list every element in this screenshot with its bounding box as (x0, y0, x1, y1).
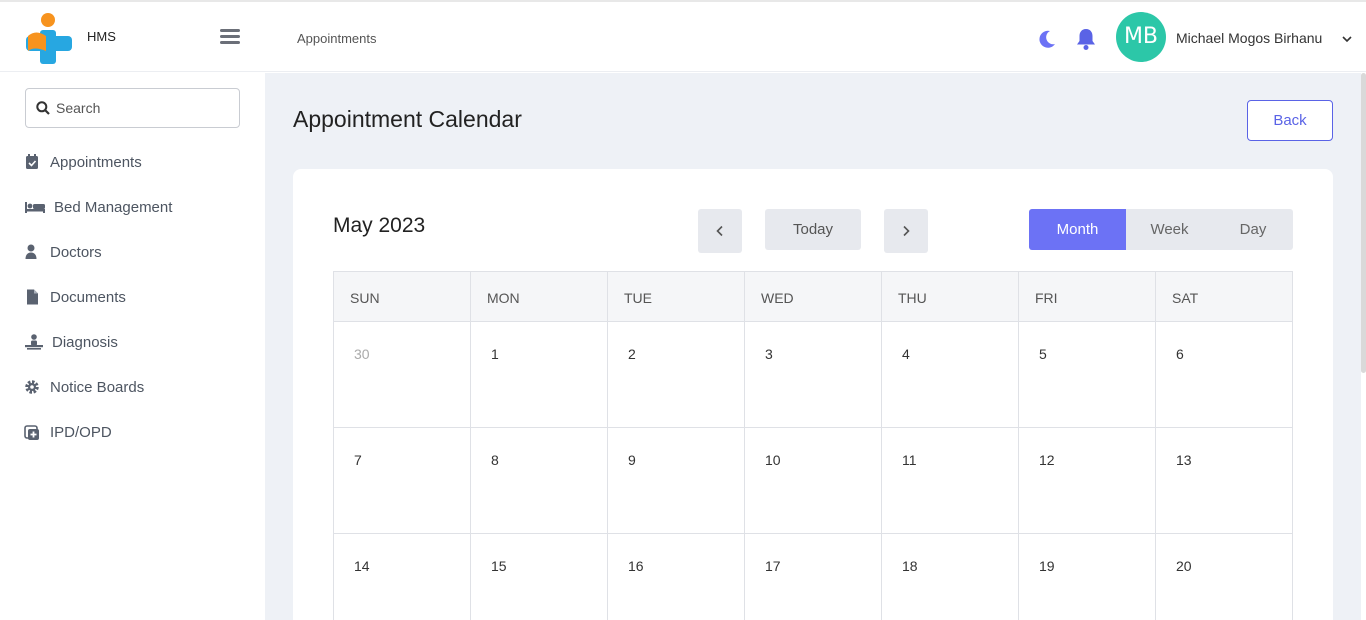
day-cell[interactable]: 15 (471, 534, 608, 620)
sidebar-item-notice-boards[interactable]: Notice Boards (24, 375, 144, 399)
chevron-right-icon (903, 225, 910, 237)
weekday-header: MON (471, 272, 608, 322)
weekday-header: SUN (334, 272, 471, 322)
weekday-header: SAT (1156, 272, 1293, 322)
moon-icon[interactable] (1036, 28, 1058, 50)
chevron-down-icon[interactable] (1340, 32, 1354, 46)
calendar-grid: SUN MON TUE WED THU FRI SAT 30 1 2 3 4 5… (333, 271, 1293, 620)
today-button[interactable]: Today (765, 209, 861, 250)
search-input[interactable] (56, 97, 231, 119)
day-cell[interactable]: 8 (471, 428, 608, 534)
day-cell[interactable]: 19 (1019, 534, 1156, 620)
sidebar-item-diagnosis[interactable]: Diagnosis (24, 330, 118, 354)
day-cell[interactable]: 4 (882, 322, 1019, 428)
app-name: HMS (87, 29, 116, 44)
sidebar-item-label: Documents (50, 288, 126, 306)
weekday-header: FRI (1019, 272, 1156, 322)
day-cell[interactable]: 6 (1156, 322, 1293, 428)
top-header: HMS Appointments MB Michael Mogos Birhan… (0, 2, 1366, 72)
day-cell[interactable]: 16 (608, 534, 745, 620)
sidebar-item-label: Appointments (50, 153, 142, 171)
bed-icon (25, 202, 45, 213)
day-cell[interactable]: 5 (1019, 322, 1156, 428)
day-cell[interactable]: 18 (882, 534, 1019, 620)
chevron-left-icon (716, 225, 723, 237)
user-doctor-icon (25, 244, 37, 259)
sidebar-item-bed-management[interactable]: Bed Management (24, 195, 172, 219)
avatar[interactable]: MB (1116, 12, 1166, 62)
day-cell[interactable]: 13 (1156, 428, 1293, 534)
sidebar-item-ipd-opd[interactable]: IPD/OPD (24, 420, 112, 444)
diagnosis-icon (25, 334, 43, 350)
weekday-header: TUE (608, 272, 745, 322)
day-cell[interactable]: 3 (745, 322, 882, 428)
view-week-button[interactable]: Week (1126, 209, 1213, 250)
sidebar-item-label: Bed Management (54, 198, 173, 216)
breadcrumb: Appointments (297, 31, 377, 46)
hospital-plus-icon (24, 425, 39, 440)
day-cell[interactable]: 7 (334, 428, 471, 534)
file-icon (27, 289, 38, 305)
sidebar: Appointments Bed Management Doctors Docu… (0, 73, 265, 620)
sidebar-item-documents[interactable]: Documents (24, 285, 126, 309)
day-cell[interactable]: 17 (745, 534, 882, 620)
prev-month-button[interactable] (698, 209, 742, 253)
user-name[interactable]: Michael Mogos Birhanu (1176, 30, 1322, 46)
view-switcher: Month Week Day (1029, 209, 1293, 250)
week-row: 7 8 9 10 11 12 13 (334, 428, 1293, 534)
day-cell[interactable]: 9 (608, 428, 745, 534)
hms-logo-icon (26, 13, 72, 64)
search-box (25, 88, 240, 128)
sidebar-item-doctors[interactable]: Doctors (24, 240, 102, 264)
day-cell[interactable]: 10 (745, 428, 882, 534)
main-content: Appointment Calendar Back May 2023 Today… (265, 73, 1361, 620)
view-day-button[interactable]: Day (1213, 209, 1293, 250)
day-cell[interactable]: 30 (334, 322, 471, 428)
weekday-header: WED (745, 272, 882, 322)
week-row: 30 1 2 3 4 5 6 (334, 322, 1293, 428)
gear-icon (25, 380, 39, 394)
calendar-check-icon (26, 154, 38, 169)
day-cell[interactable]: 1 (471, 322, 608, 428)
sidebar-item-label: Doctors (50, 243, 102, 261)
search-icon (36, 101, 50, 115)
sidebar-item-label: Notice Boards (50, 378, 145, 396)
day-cell[interactable]: 11 (882, 428, 1019, 534)
day-cell[interactable]: 2 (608, 322, 745, 428)
sidebar-item-appointments[interactable]: Appointments (24, 150, 142, 174)
hamburger-menu-icon[interactable] (218, 26, 242, 50)
day-cell[interactable]: 14 (334, 534, 471, 620)
next-month-button[interactable] (884, 209, 928, 253)
day-cell[interactable]: 12 (1019, 428, 1156, 534)
bell-icon[interactable] (1075, 27, 1097, 51)
back-button[interactable]: Back (1247, 100, 1333, 141)
week-row: 14 15 16 17 18 19 20 (334, 534, 1293, 620)
sidebar-item-label: IPD/OPD (50, 423, 112, 441)
weekday-header-row: SUN MON TUE WED THU FRI SAT (334, 272, 1293, 322)
sidebar-item-label: Diagnosis (52, 333, 118, 351)
weekday-header: THU (882, 272, 1019, 322)
calendar-card: May 2023 Today Month Week Day SUN MON TU… (293, 169, 1333, 620)
page-title: Appointment Calendar (293, 106, 522, 132)
page-scrollbar[interactable] (1361, 73, 1366, 373)
day-cell[interactable]: 20 (1156, 534, 1293, 620)
calendar-month-title: May 2023 (333, 214, 426, 237)
view-month-button[interactable]: Month (1029, 209, 1126, 250)
